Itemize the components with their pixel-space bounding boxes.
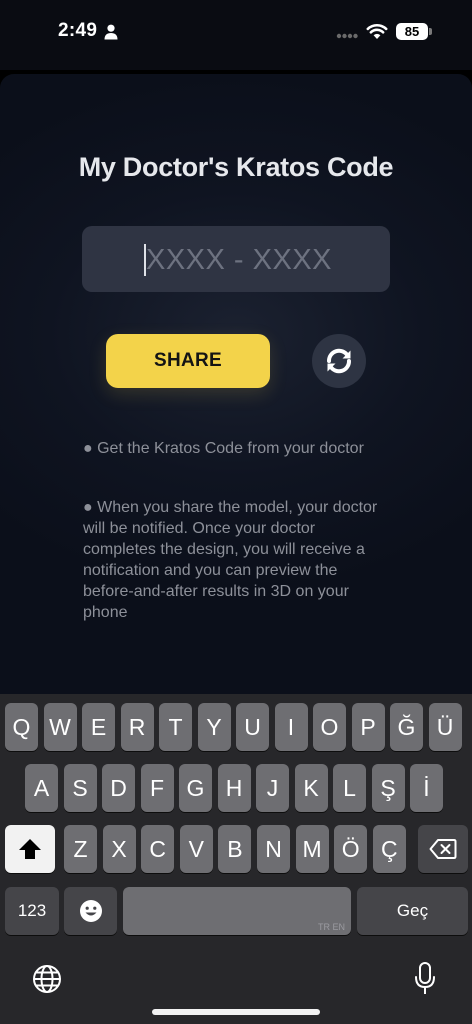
refresh-icon bbox=[326, 348, 352, 374]
key-h[interactable]: H bbox=[217, 764, 251, 812]
numbers-key[interactable]: 123 bbox=[5, 887, 59, 935]
person-icon bbox=[104, 24, 118, 40]
key-g[interactable]: G bbox=[179, 764, 212, 812]
battery-nub bbox=[429, 28, 432, 35]
key-i[interactable]: I bbox=[274, 703, 308, 751]
key-z[interactable]: Z bbox=[64, 825, 97, 873]
keyboard: QWERTYUIOPĞÜ ASDFGHJKLŞİ ZXCVBNMÖÇ bbox=[0, 694, 472, 1024]
status-bar: 2:49 85 bbox=[0, 0, 472, 70]
key-k[interactable]: K bbox=[294, 764, 328, 812]
key-ü[interactable]: Ü bbox=[428, 703, 462, 751]
space-language-hint: TR EN bbox=[318, 922, 345, 932]
key-w[interactable]: W bbox=[43, 703, 77, 751]
key-d[interactable]: D bbox=[102, 764, 135, 812]
key-ğ[interactable]: Ğ bbox=[390, 703, 423, 751]
key-v[interactable]: V bbox=[179, 825, 213, 873]
home-indicator bbox=[152, 1009, 320, 1015]
key-b[interactable]: B bbox=[218, 825, 252, 873]
page-title: My Doctor's Kratos Code bbox=[78, 152, 394, 182]
key-a[interactable]: A bbox=[25, 764, 58, 812]
key-s[interactable]: S bbox=[63, 764, 97, 812]
signal-dots-icon bbox=[336, 33, 358, 39]
delete-key[interactable] bbox=[418, 825, 468, 873]
key-u[interactable]: U bbox=[236, 703, 269, 751]
key-r[interactable]: R bbox=[120, 703, 154, 751]
key-ö[interactable]: Ö bbox=[334, 825, 368, 873]
key-p[interactable]: P bbox=[351, 703, 385, 751]
key-j[interactable]: J bbox=[256, 764, 289, 812]
key-c[interactable]: C bbox=[141, 825, 175, 873]
key-m[interactable]: M bbox=[295, 825, 329, 873]
key-q[interactable]: Q bbox=[5, 703, 38, 751]
delete-icon bbox=[429, 839, 457, 859]
key-ş[interactable]: Ş bbox=[371, 764, 405, 812]
key-n[interactable]: N bbox=[257, 825, 290, 873]
key-e[interactable]: E bbox=[82, 703, 115, 751]
refresh-button[interactable] bbox=[312, 334, 366, 388]
wifi-icon bbox=[366, 24, 388, 39]
share-button[interactable]: SHARE bbox=[106, 334, 270, 388]
key-ç[interactable]: Ç bbox=[372, 825, 406, 873]
emoji-icon bbox=[79, 900, 102, 922]
key-i̇[interactable]: İ bbox=[410, 764, 443, 812]
microphone-icon[interactable] bbox=[414, 962, 436, 996]
shift-key[interactable] bbox=[5, 825, 55, 873]
status-time: 2:49 bbox=[58, 20, 98, 41]
emoji-key[interactable] bbox=[64, 887, 117, 935]
instruction-get-code: ● Get the Kratos Code from your doctor bbox=[83, 440, 364, 457]
key-t[interactable]: T bbox=[159, 703, 192, 751]
key-o[interactable]: O bbox=[313, 703, 346, 751]
instruction-notification: ● When you share the model, your doctor … bbox=[83, 499, 378, 621]
shift-icon bbox=[19, 839, 41, 859]
space-key[interactable]: TR EN bbox=[123, 887, 351, 935]
key-x[interactable]: X bbox=[102, 825, 136, 873]
kratos-code-input[interactable] bbox=[146, 240, 376, 280]
return-key[interactable]: Geç bbox=[357, 887, 468, 935]
globe-icon[interactable] bbox=[32, 964, 62, 994]
key-l[interactable]: L bbox=[333, 764, 366, 812]
key-f[interactable]: F bbox=[140, 764, 174, 812]
battery-icon: 85 bbox=[396, 23, 428, 40]
key-y[interactable]: Y bbox=[197, 703, 231, 751]
